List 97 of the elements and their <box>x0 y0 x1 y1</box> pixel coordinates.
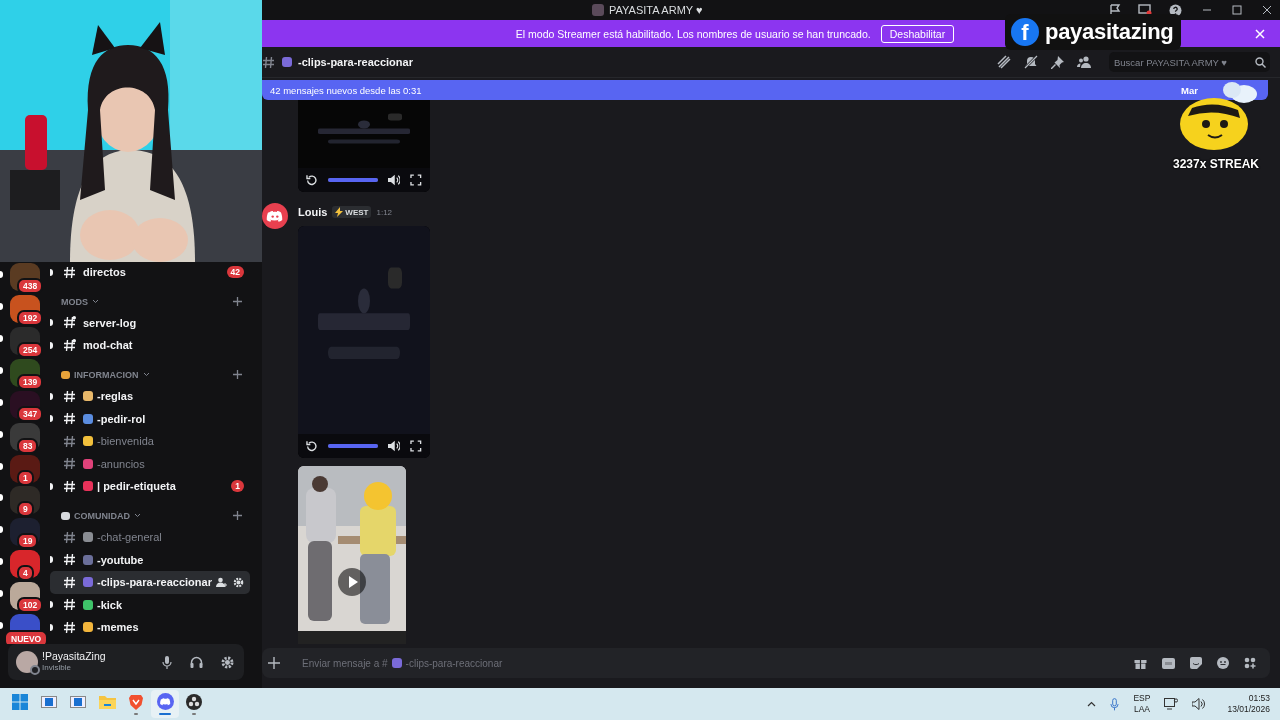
taskbar-app[interactable] <box>151 690 179 718</box>
tag-text: WEST <box>345 207 369 217</box>
clapper-icon <box>391 658 402 668</box>
mention-badge: 438 <box>17 278 44 294</box>
category-header[interactable]: COMUNIDAD <box>74 510 130 521</box>
user-avatar[interactable] <box>262 203 288 229</box>
new-messages-bar[interactable]: 42 mensajes nuevos desde las 0:31 Mar <box>262 80 1268 100</box>
mention-badge: 102 <box>17 597 44 614</box>
mark-read-link[interactable]: Mar <box>1181 84 1198 96</box>
close-icon[interactable] <box>1262 5 1272 15</box>
emoji-icon[interactable] <box>1217 657 1229 669</box>
mention-badge: NUEVO <box>4 630 49 644</box>
channel-item[interactable]: -clips-para-reaccionar <box>50 570 250 594</box>
search-icon <box>1255 56 1266 68</box>
settings-icon[interactable] <box>221 655 234 669</box>
lightning-icon <box>335 207 344 217</box>
folder-icon <box>98 694 116 709</box>
unread-badge: 1 <box>231 480 244 493</box>
mute-icon[interactable] <box>1024 55 1038 69</box>
username: !PayasitaZing <box>42 650 107 662</box>
progress-bar[interactable] <box>327 178 378 182</box>
channel-item[interactable]: -pedir-rol <box>50 407 250 430</box>
user-status: Invisible <box>42 662 72 674</box>
gif-icon[interactable] <box>1162 657 1175 669</box>
add-icon[interactable] <box>233 370 242 380</box>
channel-item[interactable]: server-log <box>50 311 250 335</box>
clock[interactable]: 01:53 13/01/2026 <box>1227 693 1270 715</box>
threads-icon[interactable] <box>997 55 1011 69</box>
language-indicator[interactable]: ESP LAA <box>1133 693 1151 715</box>
status-icon <box>30 665 40 675</box>
banner-text: El modo Streamer está habilitado. Los nombres de usuario se han truncado. <box>515 27 871 40</box>
replay-icon[interactable] <box>306 174 318 186</box>
sticker-icon[interactable] <box>1190 657 1202 669</box>
hash-icon <box>262 55 275 69</box>
category-header[interactable]: MODS <box>61 296 88 307</box>
microphone-icon[interactable] <box>162 655 172 669</box>
add-member-icon[interactable] <box>216 576 227 588</box>
play-button[interactable] <box>338 568 366 596</box>
social-handle: payasitazing <box>1045 19 1174 45</box>
unread-badge: 42 <box>226 266 244 279</box>
channel-item[interactable]: -chat-general <box>50 525 250 549</box>
search-field[interactable]: Buscar PAYASITA ARMY ♥ <box>1109 52 1270 72</box>
add-icon[interactable] <box>233 511 242 521</box>
screen-icon[interactable] <box>1138 4 1152 16</box>
replay-icon[interactable] <box>306 440 318 452</box>
lion-shield-icon <box>129 693 143 710</box>
mention-badge: 19 <box>17 533 39 550</box>
record-app-icon <box>186 693 202 710</box>
window-title: PAYASITA ARMY ♥ <box>609 4 703 16</box>
apps-icon[interactable] <box>1244 657 1256 669</box>
volume-icon[interactable] <box>1192 698 1206 710</box>
window-icon <box>70 695 86 708</box>
server-icon <box>592 4 604 16</box>
chevron-icon[interactable] <box>92 299 99 305</box>
channel-item[interactable]: directos 42 <box>50 261 250 284</box>
members-icon[interactable] <box>1077 56 1092 68</box>
chevron-icon[interactable] <box>142 372 150 378</box>
channel-item[interactable]: | pedir-etiqueta 1 <box>50 475 250 498</box>
fullscreen-icon[interactable] <box>410 440 422 452</box>
progress-bar[interactable] <box>327 444 378 448</box>
add-icon[interactable] <box>233 297 242 307</box>
channel-item[interactable]: -kick <box>50 593 250 617</box>
network-icon[interactable] <box>1164 697 1179 711</box>
clapper-icon <box>282 57 292 67</box>
category-header[interactable]: INFORMACION <box>74 369 139 380</box>
author-name[interactable]: Louis <box>298 206 328 218</box>
volume-icon[interactable] <box>387 174 401 186</box>
channel-item[interactable]: mod-chat <box>50 334 250 357</box>
chevron-up-icon[interactable] <box>1087 701 1097 707</box>
channel-item[interactable]: -bienvenida <box>50 429 250 453</box>
volume-icon[interactable] <box>387 440 401 452</box>
discord-icon <box>156 693 174 710</box>
channel-item[interactable]: -reglas <box>50 384 250 408</box>
new-messages-text: 42 mensajes nuevos desde las 0:31 <box>270 84 422 96</box>
social-logo: f <box>1011 18 1039 46</box>
gift-icon[interactable] <box>1134 657 1147 669</box>
pin-icon[interactable] <box>1051 55 1064 69</box>
channel-item[interactable]: -youtube <box>50 548 250 571</box>
chevron-icon[interactable] <box>134 513 141 519</box>
disable-button[interactable]: Deshabilitar <box>880 24 955 43</box>
streak-counter: 3237x STREAK <box>1173 157 1260 171</box>
inbox-icon[interactable] <box>1109 4 1121 16</box>
channel-title: -clips-para-reaccionar <box>298 56 413 68</box>
add-icon[interactable] <box>268 657 280 669</box>
window-icon <box>41 695 57 708</box>
mention-badge: 9 <box>17 501 34 518</box>
mention-badge: 4 <box>17 565 34 582</box>
channel-item[interactable]: -memes <box>50 616 250 639</box>
maximize-icon[interactable] <box>1232 5 1242 15</box>
windows-icon <box>12 693 28 710</box>
channel-item[interactable]: -anuncios <box>50 452 250 476</box>
user-avatar[interactable] <box>16 651 38 673</box>
settings-icon[interactable] <box>233 576 244 588</box>
video-player[interactable] <box>298 100 430 192</box>
headphones-icon[interactable] <box>190 656 203 668</box>
fullscreen-icon[interactable] <box>410 174 422 186</box>
timestamp: 1:12 <box>376 207 393 217</box>
